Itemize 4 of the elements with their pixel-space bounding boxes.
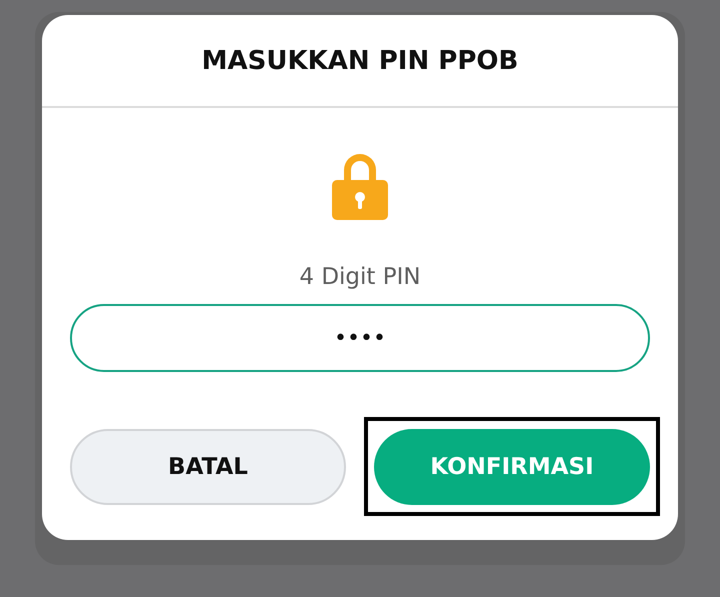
- cancel-button[interactable]: BATAL: [70, 429, 346, 505]
- pin-field[interactable]: ••••: [70, 304, 650, 372]
- pin-label: 4 Digit PIN: [299, 264, 421, 290]
- dialog-title: MASUKKAN PIN PPOB: [202, 46, 518, 76]
